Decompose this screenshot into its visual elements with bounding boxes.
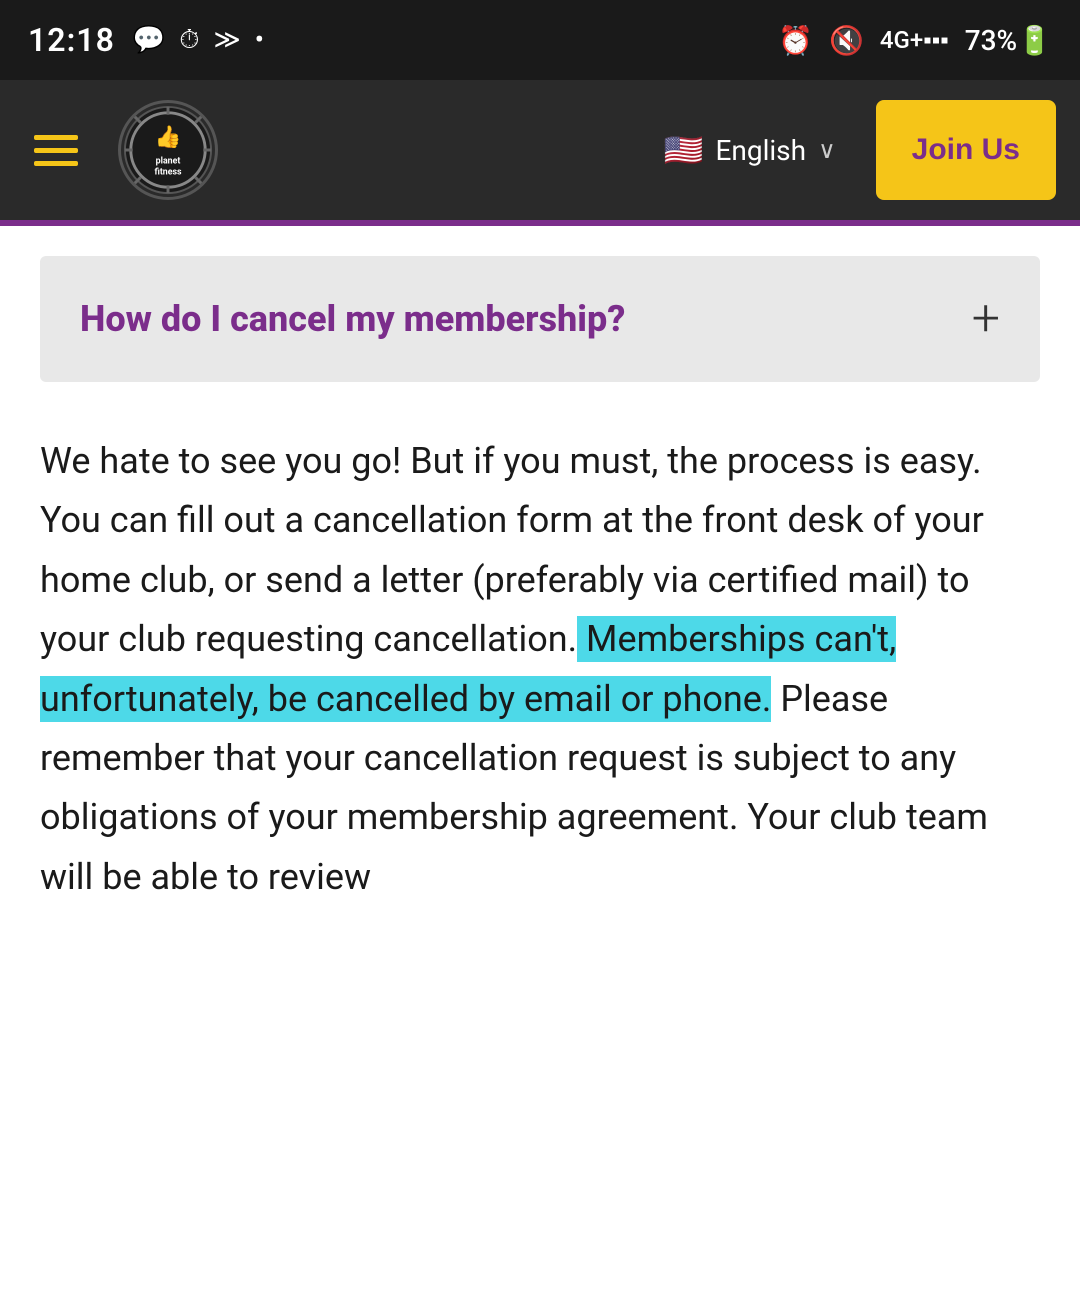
- purple-divider: [0, 220, 1080, 226]
- signal-text: 4G+▪▪▪: [880, 26, 949, 55]
- logo-svg: 👍 planet fitness: [121, 102, 215, 198]
- content-paragraph: We hate to see you go! But if you must, …: [40, 432, 1040, 907]
- status-left: 12:18 💬 ⏱ ≫ •: [28, 21, 264, 59]
- svg-text:👍: 👍: [155, 124, 182, 150]
- hamburger-menu[interactable]: [24, 125, 88, 176]
- status-icons: 💬 ⏱ ≫ •: [133, 25, 264, 56]
- faq-question-text: How do I cancel my membership?: [80, 298, 972, 340]
- chat-icon: 💬: [133, 25, 165, 55]
- battery-text: 73%🔋: [965, 24, 1052, 57]
- language-selector[interactable]: 🇺🇸 English ∨: [664, 131, 836, 169]
- main-content: We hate to see you go! But if you must, …: [0, 402, 1080, 947]
- us-flag-icon: 🇺🇸: [664, 131, 704, 169]
- faq-section: How do I cancel my membership? +: [0, 256, 1080, 382]
- faq-item-cancel[interactable]: How do I cancel my membership? +: [40, 256, 1040, 382]
- faq-expand-icon: +: [972, 294, 1000, 344]
- status-time: 12:18: [28, 21, 115, 59]
- mute-icon: 🔇: [829, 24, 864, 57]
- alarm-icon: ⏰: [778, 24, 813, 57]
- hamburger-line-2: [34, 148, 78, 153]
- timer-icon: ⏱: [179, 25, 199, 56]
- chevron-down-icon: ∨: [818, 136, 836, 164]
- planet-fitness-logo: 👍 planet fitness: [118, 100, 218, 200]
- hamburger-line-1: [34, 135, 78, 140]
- svg-text:planet: planet: [156, 157, 181, 167]
- status-bar: 12:18 💬 ⏱ ≫ • ⏰ 🔇 4G+▪▪▪ 73%🔋: [0, 0, 1080, 80]
- join-us-button[interactable]: Join Us: [876, 100, 1056, 200]
- svg-text:fitness: fitness: [154, 167, 182, 177]
- forward-icon: ≫: [214, 25, 241, 55]
- dot-icon: •: [255, 25, 264, 55]
- status-right: ⏰ 🔇 4G+▪▪▪ 73%🔋: [778, 24, 1052, 57]
- language-label: English: [715, 134, 806, 167]
- hamburger-line-3: [34, 161, 78, 166]
- nav-bar: 👍 planet fitness 🇺🇸 English ∨: [0, 80, 1080, 220]
- logo-container[interactable]: 👍 planet fitness: [118, 100, 218, 200]
